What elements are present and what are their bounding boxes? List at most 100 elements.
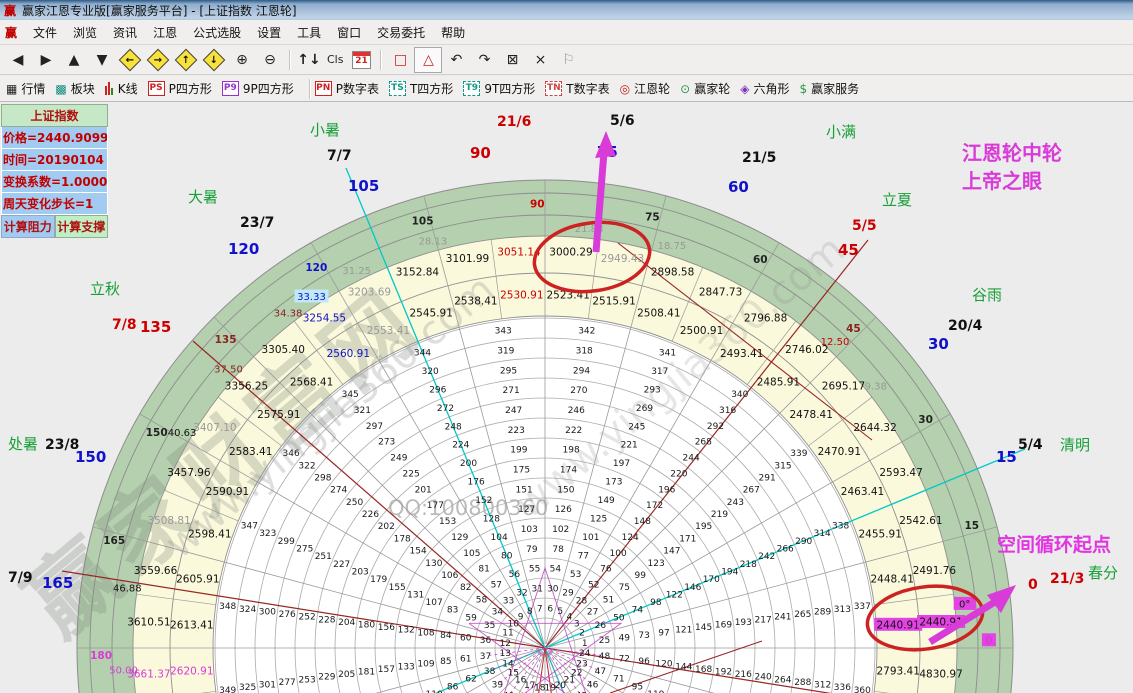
index-info-panel: 上证指数 价格=2440.9099 时间=20190104 变换系数=1.00000…	[1, 104, 108, 238]
pan-up-icon[interactable]: ↑	[172, 47, 200, 73]
rotate-cw-icon[interactable]: ↷	[470, 47, 498, 73]
square-tool-icon[interactable]: □	[386, 47, 414, 73]
svg-text:169: 169	[715, 621, 732, 631]
svg-text:223: 223	[508, 426, 525, 436]
toolbar-item-hexagon[interactable]: ◈ 六角形	[740, 80, 789, 97]
svg-text:319: 319	[497, 347, 514, 357]
svg-text:360: 360	[854, 686, 871, 693]
menu-item-help[interactable]: 帮助	[433, 21, 473, 44]
toolbar-item-p-number-table[interactable]: PN P数字表	[314, 80, 379, 97]
cls-button[interactable]: Cls	[323, 53, 347, 66]
menu-item-news[interactable]: 资讯	[105, 21, 145, 44]
svg-text:312: 312	[814, 681, 831, 691]
svg-text:293: 293	[644, 385, 661, 395]
svg-text:2545.91: 2545.91	[409, 307, 452, 319]
pan-right-icon[interactable]: →	[144, 47, 172, 73]
pan-left-icon[interactable]: ←	[116, 47, 144, 73]
calc-resistance-button[interactable]: 计算阻力	[1, 215, 55, 238]
svg-text:96: 96	[638, 657, 650, 667]
toolbar-item-t-square[interactable]: TS T四方形	[388, 80, 453, 97]
toolbar-item-p-square[interactable]: PS P四方形	[147, 80, 212, 97]
svg-text:3559.66: 3559.66	[134, 565, 178, 577]
toolbar-item-winner-wheel[interactable]: ⊙ 赢家轮	[680, 80, 730, 97]
menu-item-trade[interactable]: 交易委托	[369, 21, 433, 44]
svg-text:23/7: 23/7	[240, 215, 274, 231]
toolbar-item-sectors[interactable]: ▩ 板块	[55, 80, 94, 97]
svg-text:3610.51: 3610.51	[127, 617, 170, 629]
nav-up-icon[interactable]: ▲	[60, 47, 88, 73]
svg-text:3254.55: 3254.55	[303, 312, 346, 324]
svg-text:53: 53	[570, 570, 581, 580]
svg-text:338: 338	[832, 522, 849, 532]
svg-text:318: 318	[576, 347, 593, 357]
menu-item-window[interactable]: 窗口	[329, 21, 369, 44]
rotate-ccw-icon[interactable]: ↶	[442, 47, 470, 73]
toolbar-item-9p-square[interactable]: P9 9P四方形	[221, 80, 294, 97]
svg-text:132: 132	[398, 626, 415, 636]
nav-right-icon[interactable]: ▶	[32, 47, 60, 73]
svg-text:28: 28	[576, 596, 588, 606]
t-number-table-badge-icon: TN	[545, 81, 563, 96]
svg-text:90: 90	[470, 144, 491, 162]
menu-item-browse[interactable]: 浏览	[65, 21, 105, 44]
svg-text:341: 341	[659, 348, 676, 358]
nav-down-icon[interactable]: ▼	[88, 47, 116, 73]
calc-support-button[interactable]: 计算支撑	[54, 215, 108, 238]
toolbar-item-winner-service[interactable]: $ 赢家服务	[799, 80, 859, 97]
updown-icon[interactable]: ↑ ↓	[295, 47, 323, 73]
svg-text:8: 8	[527, 607, 533, 617]
wheel-note-line1: 江恩轮中轮	[962, 141, 1062, 165]
svg-text:2455.91: 2455.91	[858, 529, 901, 541]
svg-text:7/8: 7/8	[112, 317, 137, 333]
svg-text:218: 218	[740, 560, 757, 570]
nav-left-icon[interactable]: ◀	[4, 47, 32, 73]
blocks-icon: ▩	[55, 81, 67, 96]
toolbar-item-9t-square[interactable]: T9 9T四方形	[463, 80, 535, 97]
svg-text:130: 130	[425, 559, 442, 569]
wheel-note-line2: 上帝之眼	[962, 169, 1042, 193]
svg-text:3457.96: 3457.96	[167, 467, 211, 479]
pan-down-icon[interactable]: ↓	[200, 47, 228, 73]
triangle-tool-icon[interactable]: △	[414, 46, 443, 73]
svg-text:45: 45	[838, 241, 859, 259]
toolbar-item-kline[interactable]: K线	[104, 80, 138, 97]
svg-text:123: 123	[648, 559, 665, 569]
svg-text:5/4: 5/4	[1018, 437, 1043, 453]
cross-arrows-icon[interactable]: ⨯	[526, 47, 554, 73]
toolbar-item-t-number-table[interactable]: TN T数字表	[545, 80, 610, 97]
svg-text:150: 150	[557, 485, 574, 495]
svg-text:46.88: 46.88	[113, 583, 142, 594]
menu-item-file[interactable]: 文件	[25, 21, 65, 44]
box-x-icon[interactable]: ⊠	[498, 47, 526, 73]
svg-text:82: 82	[460, 583, 471, 593]
svg-text:299: 299	[278, 537, 295, 547]
svg-text:105: 105	[412, 216, 434, 228]
toolbar-item-quotes[interactable]: ▦ 行情	[6, 80, 45, 97]
toolbar-item-gann-wheel[interactable]: ◎ 江恩轮	[620, 80, 671, 97]
zoom-out-icon[interactable]: ⊖	[256, 47, 284, 73]
zoom-in-icon[interactable]: ⊕	[228, 47, 256, 73]
menu-item-tools[interactable]: 工具	[289, 21, 329, 44]
flag-icon[interactable]: ⚐	[554, 47, 582, 73]
svg-text:247: 247	[505, 406, 522, 416]
menu-item-formula-pick[interactable]: 公式选股	[185, 21, 249, 44]
svg-text:120: 120	[228, 240, 259, 258]
coef-row: 变换系数=1.00000	[1, 171, 108, 193]
svg-text:2538.41: 2538.41	[454, 295, 497, 307]
svg-text:3203.69: 3203.69	[348, 286, 391, 298]
svg-text:146: 146	[684, 583, 701, 593]
svg-text:106: 106	[441, 571, 458, 581]
svg-text:349: 349	[219, 686, 236, 693]
svg-text:62: 62	[465, 675, 476, 685]
svg-text:248: 248	[445, 422, 462, 432]
svg-text:2463.41: 2463.41	[841, 486, 884, 498]
svg-text:199: 199	[510, 446, 527, 456]
menu-item-gann[interactable]: 江恩	[145, 21, 185, 44]
menu-item-settings[interactable]: 设置	[249, 21, 289, 44]
svg-text:2485.91: 2485.91	[757, 376, 800, 388]
calendar-icon[interactable]: 21	[347, 47, 375, 73]
toolbar-item-label: 9T四方形	[484, 82, 536, 96]
svg-text:2491.76: 2491.76	[913, 565, 957, 577]
svg-text:342: 342	[578, 327, 595, 337]
svg-text:52: 52	[588, 581, 599, 591]
